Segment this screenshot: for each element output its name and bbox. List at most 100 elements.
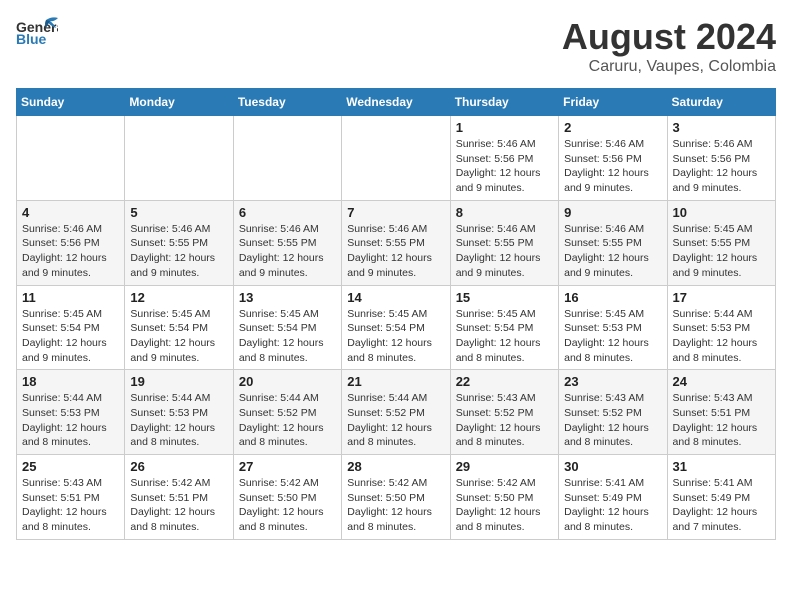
day-number: 14 bbox=[347, 290, 444, 305]
weekday-header-tuesday: Tuesday bbox=[233, 89, 341, 116]
day-info: Sunrise: 5:44 AMSunset: 5:52 PMDaylight:… bbox=[347, 391, 444, 450]
day-info: Sunrise: 5:43 AMSunset: 5:52 PMDaylight:… bbox=[564, 391, 661, 450]
calendar-cell: 27Sunrise: 5:42 AMSunset: 5:50 PMDayligh… bbox=[233, 455, 341, 540]
day-number: 6 bbox=[239, 205, 336, 220]
calendar-cell: 29 Sunrise: 5:42 AMSunset: 5:50 PMDayligh… bbox=[450, 455, 558, 540]
calendar-cell: 2 Sunrise: 5:46 AMSunset: 5:56 PMDaylight… bbox=[559, 116, 667, 201]
calendar-cell: 19 Sunrise: 5:44 AMSunset: 5:53 PMDayligh… bbox=[125, 370, 233, 455]
day-number: 3 bbox=[673, 120, 770, 135]
calendar-cell bbox=[17, 116, 125, 201]
day-info: Sunrise: 5:45 AMSunset: 5:54 PMDaylight:… bbox=[347, 307, 444, 366]
day-number: 8 bbox=[456, 205, 553, 220]
calendar-cell: 7 Sunrise: 5:46 AMSunset: 5:55 PMDaylight… bbox=[342, 200, 450, 285]
calendar-cell: 17 Sunrise: 5:44 AMSunset: 5:53 PMDayligh… bbox=[667, 285, 775, 370]
day-number: 22 bbox=[456, 374, 553, 389]
day-number: 2 bbox=[564, 120, 661, 135]
calendar-week-row: 4Sunrise: 5:46 AMSunset: 5:56 PMDaylight… bbox=[17, 200, 776, 285]
day-number: 15 bbox=[456, 290, 553, 305]
calendar-cell: 25 Sunrise: 5:43 AMSunset: 5:51 PMDayligh… bbox=[17, 455, 125, 540]
day-number: 18 bbox=[22, 374, 119, 389]
weekday-header-friday: Friday bbox=[559, 89, 667, 116]
calendar-cell: 11 Sunrise: 5:45 AMSunset: 5:54 PMDayligh… bbox=[17, 285, 125, 370]
day-info: Sunrise: 5:45 AMSunset: 5:54 PMDaylight:… bbox=[239, 307, 336, 366]
day-info: Sunrise: 5:45 AMSunset: 5:53 PMDaylight:… bbox=[564, 307, 661, 366]
day-number: 21 bbox=[347, 374, 444, 389]
day-number: 11 bbox=[22, 290, 119, 305]
day-info: Sunrise: 5:46 AMSunset: 5:56 PMDaylight:… bbox=[564, 137, 661, 196]
calendar-cell: 14 Sunrise: 5:45 AMSunset: 5:54 PMDayligh… bbox=[342, 285, 450, 370]
calendar-cell: 22 Sunrise: 5:43 AMSunset: 5:52 PMDayligh… bbox=[450, 370, 558, 455]
calendar-cell bbox=[125, 116, 233, 201]
calendar-week-row: 18 Sunrise: 5:44 AMSunset: 5:53 PMDayligh… bbox=[17, 370, 776, 455]
day-info: Sunrise: 5:42 AMSunset: 5:50 PMDaylight:… bbox=[456, 476, 553, 535]
calendar-cell: 1 Sunrise: 5:46 AMSunset: 5:56 PMDaylight… bbox=[450, 116, 558, 201]
day-number: 19 bbox=[130, 374, 227, 389]
day-info: Sunrise: 5:41 AMSunset: 5:49 PMDaylight:… bbox=[673, 476, 770, 535]
day-info: Sunrise: 5:44 AMSunset: 5:53 PMDaylight:… bbox=[673, 307, 770, 366]
calendar-cell: 23Sunrise: 5:43 AMSunset: 5:52 PMDayligh… bbox=[559, 370, 667, 455]
day-info: Sunrise: 5:45 AMSunset: 5:55 PMDaylight:… bbox=[673, 222, 770, 281]
day-info: Sunrise: 5:44 AMSunset: 5:53 PMDaylight:… bbox=[130, 391, 227, 450]
calendar-week-row: 25 Sunrise: 5:43 AMSunset: 5:51 PMDayligh… bbox=[17, 455, 776, 540]
day-info: Sunrise: 5:45 AMSunset: 5:54 PMDaylight:… bbox=[22, 307, 119, 366]
calendar-cell: 18 Sunrise: 5:44 AMSunset: 5:53 PMDayligh… bbox=[17, 370, 125, 455]
day-info: Sunrise: 5:46 AMSunset: 5:56 PMDaylight:… bbox=[456, 137, 553, 196]
day-info: Sunrise: 5:46 AMSunset: 5:56 PMDaylight:… bbox=[673, 137, 770, 196]
day-info: Sunrise: 5:44 AMSunset: 5:53 PMDaylight:… bbox=[22, 391, 119, 450]
day-info: Sunrise: 5:46 AMSunset: 5:55 PMDaylight:… bbox=[347, 222, 444, 281]
svg-text:Blue: Blue bbox=[16, 31, 47, 46]
day-number: 1 bbox=[456, 120, 553, 135]
page-subtitle: Caruru, Vaupes, Colombia bbox=[562, 58, 776, 76]
calendar-cell: 9Sunrise: 5:46 AMSunset: 5:55 PMDaylight… bbox=[559, 200, 667, 285]
calendar-cell: 31Sunrise: 5:41 AMSunset: 5:49 PMDayligh… bbox=[667, 455, 775, 540]
calendar-cell: 13 Sunrise: 5:45 AMSunset: 5:54 PMDayligh… bbox=[233, 285, 341, 370]
day-info: Sunrise: 5:42 AMSunset: 5:50 PMDaylight:… bbox=[347, 476, 444, 535]
weekday-header-wednesday: Wednesday bbox=[342, 89, 450, 116]
weekday-header-row: SundayMondayTuesdayWednesdayThursdayFrid… bbox=[17, 89, 776, 116]
logo-icon: General Blue bbox=[16, 16, 58, 46]
calendar-cell: 4Sunrise: 5:46 AMSunset: 5:56 PMDaylight… bbox=[17, 200, 125, 285]
day-number: 16 bbox=[564, 290, 661, 305]
calendar-cell: 12Sunrise: 5:45 AMSunset: 5:54 PMDayligh… bbox=[125, 285, 233, 370]
logo: General Blue bbox=[16, 16, 58, 46]
weekday-header-sunday: Sunday bbox=[17, 89, 125, 116]
calendar-cell: 3 Sunrise: 5:46 AMSunset: 5:56 PMDaylight… bbox=[667, 116, 775, 201]
weekday-header-thursday: Thursday bbox=[450, 89, 558, 116]
day-number: 28 bbox=[347, 459, 444, 474]
calendar-week-row: 1 Sunrise: 5:46 AMSunset: 5:56 PMDaylight… bbox=[17, 116, 776, 201]
day-info: Sunrise: 5:45 AMSunset: 5:54 PMDaylight:… bbox=[456, 307, 553, 366]
day-number: 27 bbox=[239, 459, 336, 474]
calendar-cell: 10 Sunrise: 5:45 AMSunset: 5:55 PMDayligh… bbox=[667, 200, 775, 285]
calendar-cell: 28 Sunrise: 5:42 AMSunset: 5:50 PMDayligh… bbox=[342, 455, 450, 540]
day-number: 25 bbox=[22, 459, 119, 474]
day-number: 30 bbox=[564, 459, 661, 474]
day-number: 10 bbox=[673, 205, 770, 220]
calendar-table: SundayMondayTuesdayWednesdayThursdayFrid… bbox=[16, 88, 776, 540]
day-info: Sunrise: 5:43 AMSunset: 5:52 PMDaylight:… bbox=[456, 391, 553, 450]
calendar-cell bbox=[233, 116, 341, 201]
day-number: 13 bbox=[239, 290, 336, 305]
day-number: 17 bbox=[673, 290, 770, 305]
day-number: 12 bbox=[130, 290, 227, 305]
day-number: 29 bbox=[456, 459, 553, 474]
day-number: 24 bbox=[673, 374, 770, 389]
day-number: 7 bbox=[347, 205, 444, 220]
weekday-header-monday: Monday bbox=[125, 89, 233, 116]
calendar-cell: 15 Sunrise: 5:45 AMSunset: 5:54 PMDayligh… bbox=[450, 285, 558, 370]
weekday-header-saturday: Saturday bbox=[667, 89, 775, 116]
page-title: August 2024 bbox=[562, 16, 776, 58]
calendar-cell: 21 Sunrise: 5:44 AMSunset: 5:52 PMDayligh… bbox=[342, 370, 450, 455]
day-info: Sunrise: 5:44 AMSunset: 5:52 PMDaylight:… bbox=[239, 391, 336, 450]
title-section: August 2024 Caruru, Vaupes, Colombia bbox=[562, 16, 776, 76]
day-info: Sunrise: 5:43 AMSunset: 5:51 PMDaylight:… bbox=[22, 476, 119, 535]
calendar-cell bbox=[342, 116, 450, 201]
day-number: 4 bbox=[22, 205, 119, 220]
calendar-cell: 30Sunrise: 5:41 AMSunset: 5:49 PMDayligh… bbox=[559, 455, 667, 540]
day-info: Sunrise: 5:46 AMSunset: 5:55 PMDaylight:… bbox=[456, 222, 553, 281]
day-number: 26 bbox=[130, 459, 227, 474]
day-number: 9 bbox=[564, 205, 661, 220]
calendar-week-row: 11 Sunrise: 5:45 AMSunset: 5:54 PMDayligh… bbox=[17, 285, 776, 370]
calendar-cell: 26Sunrise: 5:42 AMSunset: 5:51 PMDayligh… bbox=[125, 455, 233, 540]
day-number: 20 bbox=[239, 374, 336, 389]
day-number: 5 bbox=[130, 205, 227, 220]
